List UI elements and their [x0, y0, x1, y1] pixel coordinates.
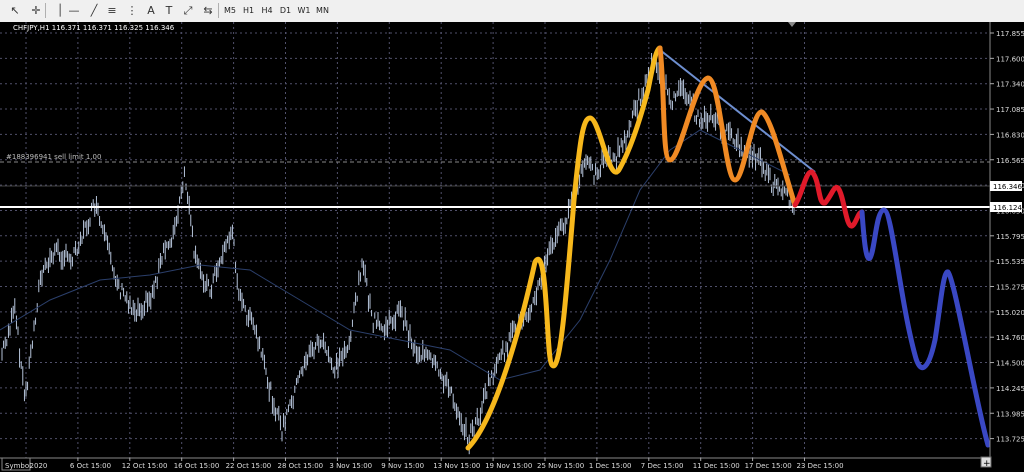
price-label: 116.565 — [996, 157, 1024, 165]
price-chart[interactable]: 117.855 117.600 117.340 117.085 116.830 116.5… — [0, 22, 1024, 472]
time-label: 6 Oct 15:00 — [70, 462, 111, 470]
timeframe-h4[interactable]: H4 — [259, 2, 275, 19]
time-label: 16 Oct 15:00 — [174, 462, 220, 470]
time-label: 9 Nov 15:00 — [381, 462, 424, 470]
horizontal-line-tool[interactable]: — — [66, 2, 82, 19]
objects-menu-tool[interactable]: ⇆ — [200, 2, 216, 19]
text-tool[interactable]: A — [143, 2, 159, 19]
svg-text:116.346: 116.346 — [993, 183, 1022, 191]
time-label: 22 Oct 15:00 — [226, 462, 272, 470]
timeframe-mn[interactable]: MN — [315, 2, 331, 19]
zoom-icon: + — [983, 459, 991, 469]
price-label: 113.725 — [996, 436, 1024, 444]
price-label: 115.535 — [996, 258, 1024, 266]
time-label: 25 Nov 15:00 — [537, 462, 584, 470]
time-label: 7 Dec 15:00 — [641, 462, 684, 470]
cursor-tool[interactable]: ↖ — [7, 2, 23, 19]
text-label-tool[interactable]: T — [161, 2, 177, 19]
price-label: 114.760 — [996, 334, 1024, 342]
price-label: 115.275 — [996, 284, 1024, 292]
price-label: 117.085 — [996, 106, 1024, 114]
price-label: 115.020 — [996, 309, 1024, 317]
zoom-control[interactable]: + — [980, 456, 992, 469]
price-label: 115.795 — [996, 233, 1024, 241]
time-label: 1 Dec 15:00 — [589, 462, 632, 470]
toolbar-separator — [45, 3, 46, 18]
price-label: 114.245 — [996, 385, 1024, 393]
timeframe-h1[interactable]: H1 — [241, 2, 257, 19]
price-label: 117.855 — [996, 30, 1024, 38]
price-label: 116.830 — [996, 131, 1024, 139]
time-label: 12 Oct 15:00 — [122, 462, 168, 470]
time-label: 28 Oct 15:00 — [278, 462, 324, 470]
arrow-shapes-tool[interactable]: ⤢ — [180, 2, 196, 19]
time-label: 13 Nov 15:00 — [433, 462, 480, 470]
fibonacci-tool[interactable]: ⋮ — [124, 2, 140, 19]
time-label: 3 Nov 15:00 — [329, 462, 372, 470]
symbol-info-label: CHFJPY,H1 116.371 116.371 116.325 116.34… — [13, 24, 175, 32]
current-price-tag: 116.346 — [990, 181, 1022, 191]
svg-text:116.124: 116.124 — [993, 204, 1022, 212]
timeframe-d1[interactable]: D1 — [278, 2, 294, 19]
symbol-tab-label: Symbol — [5, 462, 31, 470]
time-label: 17 Dec 15:00 — [745, 462, 792, 470]
order-label: #188396941 sell limit 1.00 — [6, 153, 101, 161]
price-label: 114.500 — [996, 360, 1024, 368]
trendline-tool[interactable]: ╱ — [86, 2, 102, 19]
crosshair-tool[interactable]: ✛ — [28, 2, 44, 19]
price-label: 113.985 — [996, 410, 1024, 418]
symbol-tab[interactable]: Symbol — [1, 457, 31, 471]
timeframe-m5[interactable]: M5 — [222, 2, 238, 19]
timeframe-w1[interactable]: W1 — [296, 2, 312, 19]
chart-background — [0, 22, 1024, 472]
time-label: 19 Nov 15:00 — [485, 462, 532, 470]
channel-tool[interactable]: ≡ — [104, 2, 120, 19]
time-label: 23 Dec 15:00 — [797, 462, 844, 470]
toolbar-separator — [218, 3, 219, 18]
chart-toolbar: ↖ ✛ │ — ╱ ≡ ⋮ A T ⤢ ⇆ M5 H1 H4 D1 W1 MN — [0, 0, 1024, 23]
price-label: 117.340 — [996, 81, 1024, 89]
hline-price-tag: 116.124 — [990, 202, 1022, 212]
price-label: 117.600 — [996, 55, 1024, 63]
time-label: 11 Dec 15:00 — [693, 462, 740, 470]
